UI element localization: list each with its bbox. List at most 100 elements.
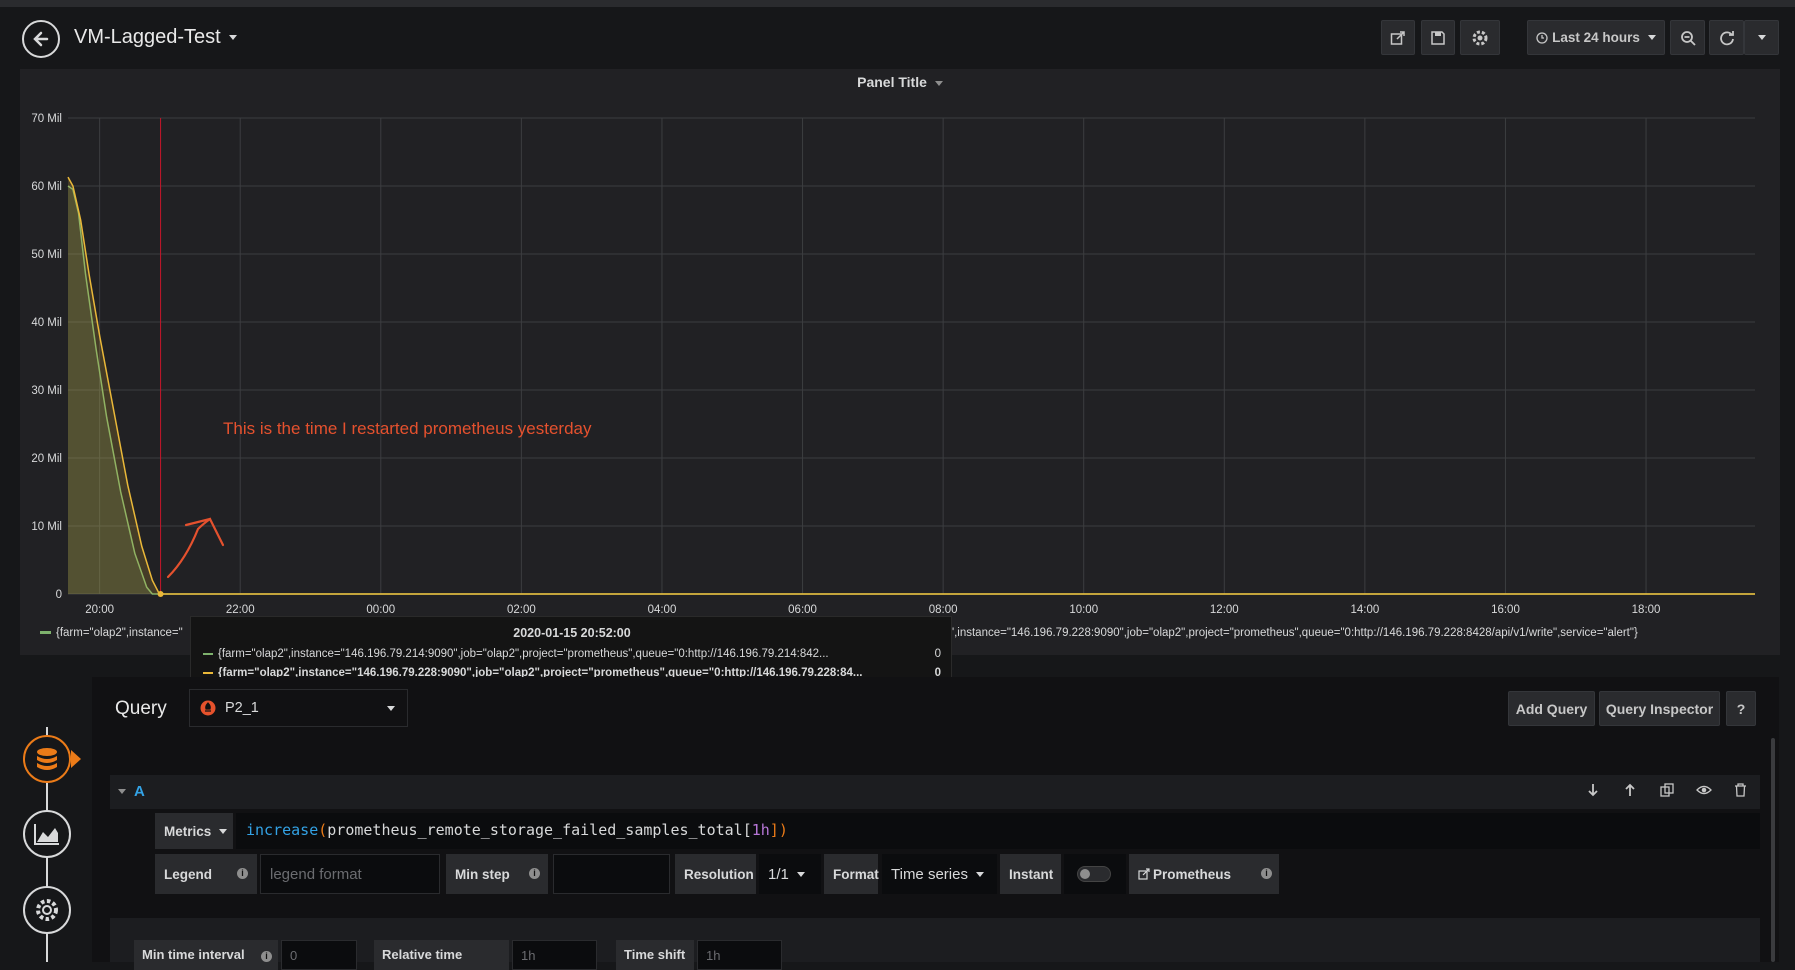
refresh-interval-button[interactable] — [1744, 20, 1779, 55]
metrics-query-input[interactable]: increase(prometheus_remote_storage_faile… — [236, 813, 1760, 849]
prometheus-link[interactable]: Prometheus i — [1129, 854, 1279, 894]
min-step-input[interactable] — [553, 854, 670, 894]
legend-format-input[interactable]: legend format — [260, 854, 440, 894]
chevron-down-icon — [219, 828, 228, 834]
time-picker-button[interactable]: Last 24 hours — [1527, 20, 1665, 55]
x-tick-label: 06:00 — [788, 604, 817, 616]
chevron-down-icon — [975, 871, 984, 877]
dashboard-title[interactable]: VM-Lagged-Test — [74, 26, 237, 49]
duplicate-icon[interactable] — [1660, 783, 1674, 800]
expr-function: increase — [246, 821, 319, 839]
legend-item-2[interactable]: ",instance="146.196.79.228:9090",job="ol… — [950, 627, 1638, 639]
eye-icon[interactable] — [1696, 783, 1712, 800]
query-row-letter: A — [134, 783, 145, 800]
clock-icon — [1536, 31, 1548, 44]
x-tick-label: 00:00 — [366, 604, 395, 616]
x-tick-label: 20:00 — [85, 604, 114, 616]
y-tick-label: 50 Mil — [31, 249, 62, 261]
info-icon[interactable]: i — [1261, 868, 1272, 879]
series-area — [68, 177, 1755, 594]
tooltip-time: 2020-01-15 20:52:00 — [513, 626, 631, 640]
x-tick-label: 04:00 — [648, 604, 677, 616]
resolution-value: 1/1 — [768, 865, 789, 883]
legend-swatch — [40, 631, 51, 635]
min-interval-label-text: Min time interval — [142, 947, 245, 962]
format-select[interactable]: Time series — [882, 854, 997, 894]
add-query-button[interactable]: Add Query — [1508, 691, 1595, 726]
y-tick-label: 70 Mil — [31, 113, 62, 125]
top-strip — [0, 0, 1795, 7]
query-row-header[interactable]: A — [110, 775, 1760, 809]
annotation-text: This is the time I restarted prometheus … — [223, 419, 592, 438]
chevron-down-icon — [1647, 35, 1656, 40]
refresh-icon — [1719, 30, 1734, 45]
legend-item-1[interactable]: {farm="olap2",instance=" — [40, 627, 183, 639]
tooltip-row: {farm="olap2",instance="146.196.79.214:9… — [203, 648, 941, 660]
x-tick-label: 18:00 — [1632, 604, 1661, 616]
x-tick-label: 22:00 — [226, 604, 255, 616]
x-tick-label: 14:00 — [1350, 604, 1379, 616]
general-tab[interactable] — [23, 886, 71, 934]
toggle-knob — [1080, 869, 1090, 879]
visualization-tab[interactable] — [23, 810, 71, 858]
resolution-label: Resolution — [675, 854, 756, 894]
trash-icon[interactable] — [1734, 783, 1747, 800]
min-interval-input[interactable]: 0 — [281, 940, 357, 970]
tooltip-series-label: {farm="olap2",instance="146.196.79.214:9… — [218, 648, 829, 660]
back-button[interactable] — [22, 20, 60, 58]
info-icon[interactable]: i — [261, 951, 272, 962]
chevron-down-icon — [1757, 35, 1766, 40]
annotation-arrow — [166, 517, 225, 579]
time-shift-input[interactable]: 1h — [697, 940, 782, 970]
toggle-switch[interactable] — [1077, 866, 1111, 882]
min-interval-label: Min time interval i — [134, 940, 278, 970]
legend-item-label: ",instance="146.196.79.228:9090",job="ol… — [950, 627, 1638, 639]
query-inspector-button[interactable]: Query Inspector — [1599, 691, 1720, 726]
format-value: Time series — [891, 865, 968, 883]
graph-chart[interactable]: 0 10 Mil 20 Mil 30 Mil 40 Mil 50 Mil 60 Mil 70 … — [20, 69, 1780, 655]
x-tick-label: 10:00 — [1069, 604, 1098, 616]
dashboard-title-text: VM-Lagged-Test — [74, 26, 221, 48]
chart-area-icon — [34, 824, 59, 845]
info-icon[interactable]: i — [237, 868, 248, 879]
help-button[interactable]: ? — [1726, 691, 1756, 726]
y-tick-label: 30 Mil — [31, 385, 62, 397]
series-line — [67, 176, 1755, 595]
dashboard-header: VM-Lagged-Test Last 24 hours — [0, 7, 1795, 69]
zoom-out-button[interactable] — [1670, 20, 1705, 55]
move-up-icon[interactable] — [1623, 783, 1637, 800]
expr-paren: ( — [318, 821, 328, 839]
chevron-down-icon — [796, 871, 805, 877]
relative-time-input[interactable]: 1h — [512, 940, 597, 970]
save-button[interactable] — [1421, 20, 1455, 55]
move-down-icon[interactable] — [1586, 783, 1600, 800]
refresh-button[interactable] — [1709, 20, 1744, 55]
expr-metric: prometheus_remote_storage_failed_samples… — [327, 821, 743, 839]
instant-toggle[interactable] — [1064, 854, 1126, 894]
chevron-down-icon — [228, 35, 237, 41]
info-icon[interactable]: i — [529, 868, 540, 879]
time-range-label: Last 24 hours — [1552, 30, 1640, 45]
graph-panel: Panel Title 0 10 Mil 20 Mil 30 Mil 40 Mil 50 … — [20, 69, 1780, 655]
share-button[interactable] — [1381, 20, 1415, 55]
share-icon — [1390, 30, 1405, 45]
expr-range: 1h — [751, 821, 770, 839]
datasource-picker[interactable]: P2_1 — [189, 689, 408, 727]
instant-label: Instant — [1000, 854, 1061, 894]
editor-scrollbar[interactable] — [1771, 738, 1775, 962]
resolution-select[interactable]: 1/1 — [759, 854, 821, 894]
metrics-label[interactable]: Metrics — [155, 813, 233, 849]
y-tick-label: 0 — [56, 589, 62, 601]
query-options-panel: Min time interval i 0 Relative time 1h Ti… — [110, 918, 1760, 970]
collapse-icon[interactable] — [118, 789, 126, 794]
queries-tab[interactable] — [23, 735, 71, 783]
expr-close: ]) — [769, 821, 788, 839]
x-tick-label: 02:00 — [507, 604, 536, 616]
external-link-icon — [1138, 868, 1150, 880]
time-shift-label: Time shift — [616, 940, 694, 970]
settings-button[interactable] — [1460, 20, 1500, 55]
expr-bracket: [ — [742, 821, 752, 839]
arrow-left-icon — [33, 31, 49, 47]
y-tick-label: 10 Mil — [31, 521, 62, 533]
chevron-down-icon — [387, 706, 395, 711]
